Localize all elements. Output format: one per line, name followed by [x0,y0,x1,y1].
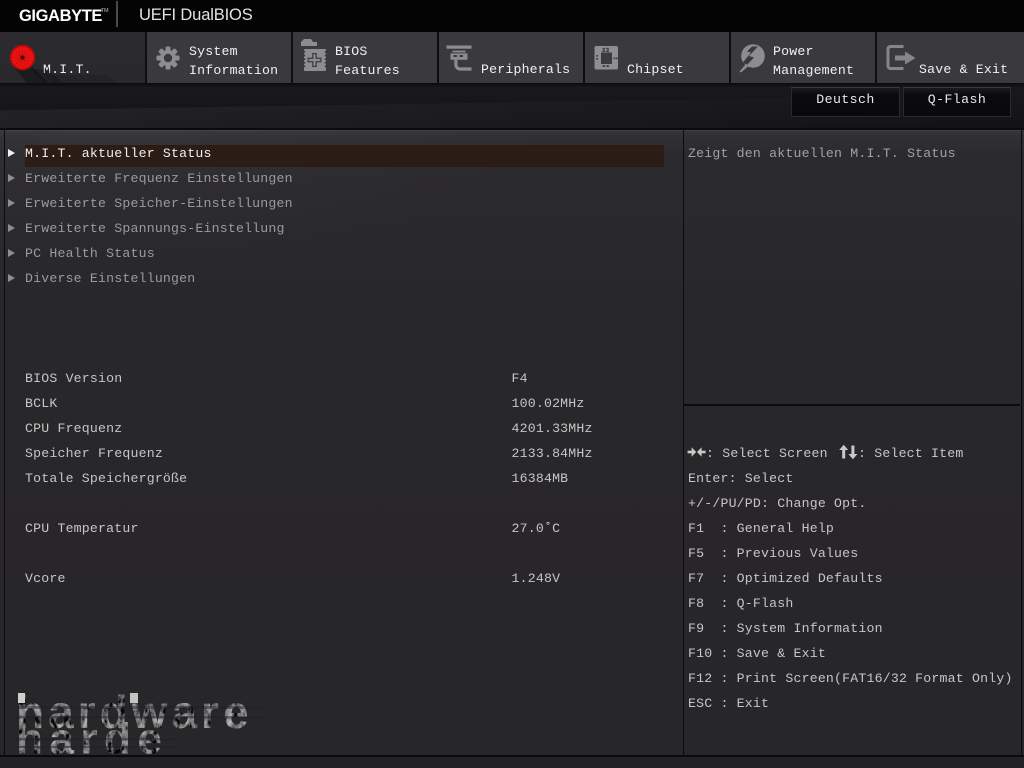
svg-text:harde: harde [16,715,168,757]
